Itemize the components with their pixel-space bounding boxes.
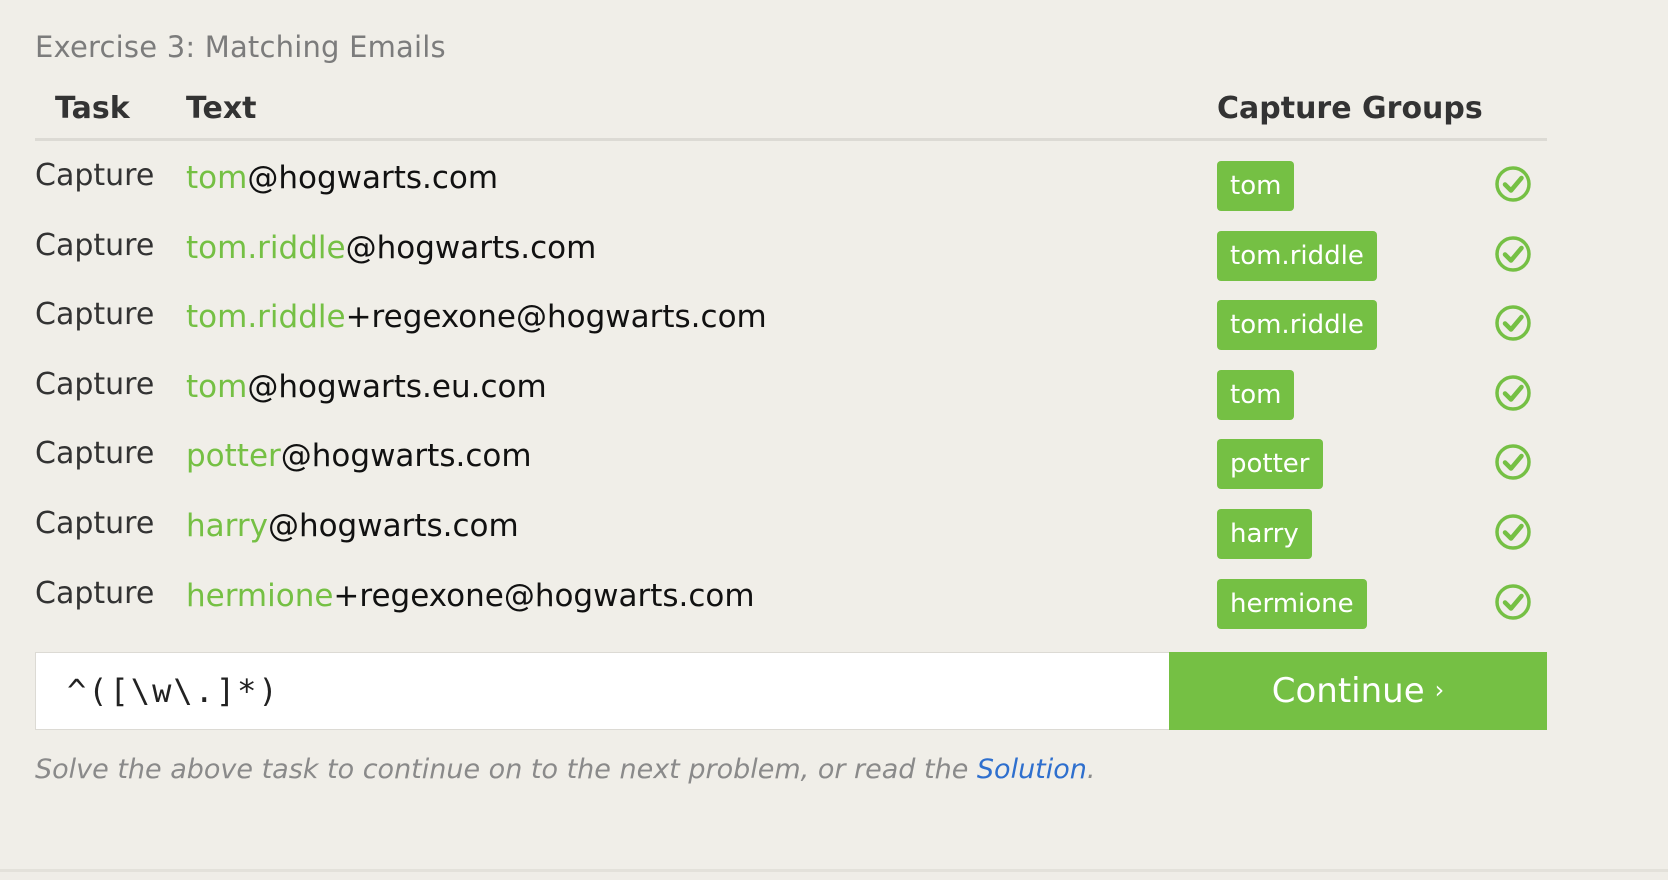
task-label: Capture <box>35 575 155 611</box>
test-string: hermione+regexone@hogwarts.com <box>186 578 755 614</box>
capture-group-badge: potter <box>1217 439 1323 490</box>
table-row: Capture tom.riddle@hogwarts.com tom.ridd… <box>35 211 1547 281</box>
task-label: Capture <box>35 297 155 333</box>
unmatched-text: +regexone@hogwarts.com <box>345 299 767 336</box>
table-row: Capture harry@hogwarts.com harry <box>35 489 1547 559</box>
text-column-header: Text <box>186 91 257 126</box>
capture-group-badge: tom.riddle <box>1217 300 1377 351</box>
task-label: Capture <box>35 505 155 541</box>
unmatched-text: @hogwarts.com <box>267 507 519 544</box>
solution-link[interactable]: Solution <box>977 754 1087 785</box>
table-row: Capture tom@hogwarts.eu.com tom <box>35 350 1547 420</box>
task-label: Capture <box>35 436 155 472</box>
table-header: Task Text Capture Groups <box>35 88 1547 141</box>
matched-text: tom.riddle <box>186 299 346 336</box>
footer-hint: Solve the above task to continue on to t… <box>35 754 1096 785</box>
table-row: Capture tom@hogwarts.com tom <box>35 141 1547 211</box>
matched-text: hermione <box>186 577 334 614</box>
matched-text: harry <box>186 507 268 544</box>
chevron-right-icon: › <box>1434 676 1445 704</box>
table-row: Capture tom.riddle+regexone@hogwarts.com… <box>35 280 1547 351</box>
matched-text: tom.riddle <box>186 229 346 266</box>
check-circle-icon <box>1495 235 1531 272</box>
check-circle-icon <box>1495 514 1531 550</box>
table-row: Capture hermione+regexone@hogwarts.com h… <box>35 559 1547 629</box>
unmatched-text: @hogwarts.eu.com <box>247 368 547 405</box>
test-string: tom@hogwarts.eu.com <box>186 369 547 405</box>
table-row: Capture potter@hogwarts.com potter <box>35 419 1547 490</box>
task-label: Capture <box>35 366 155 402</box>
task-label: Capture <box>35 158 155 193</box>
capture-group-badge: tom <box>1217 369 1295 420</box>
capture-group-badge: tom <box>1217 161 1295 211</box>
check-circle-icon <box>1495 166 1531 202</box>
unmatched-text: @hogwarts.com <box>345 229 597 266</box>
check-circle-icon <box>1495 305 1531 341</box>
test-string: harry@hogwarts.com <box>186 508 519 544</box>
matched-text: potter <box>186 438 281 475</box>
task-table: Capture tom@hogwarts.com tom Capture tom… <box>35 141 1547 629</box>
check-circle-icon <box>1495 444 1531 481</box>
task-label: Capture <box>35 227 155 263</box>
exercise-panel: Exercise 3: Matching Emails Task Text Ca… <box>0 0 1668 872</box>
check-circle-icon <box>1495 583 1531 620</box>
test-string: tom@hogwarts.com <box>186 160 498 196</box>
continue-label: Continue <box>1271 671 1425 711</box>
unmatched-text: @hogwarts.com <box>280 438 532 475</box>
footer-end: . <box>1086 754 1096 785</box>
capture-groups-column-header: Capture Groups <box>1217 91 1483 126</box>
test-string: potter@hogwarts.com <box>186 438 532 474</box>
task-column-header: Task <box>55 91 130 126</box>
test-string: tom.riddle+regexone@hogwarts.com <box>186 299 767 335</box>
unmatched-text: @hogwarts.com <box>247 160 499 196</box>
regex-input-bar: Continue › <box>35 652 1547 730</box>
matched-text: tom <box>186 160 248 196</box>
capture-group-badge: hermione <box>1217 578 1367 629</box>
capture-group-badge: tom.riddle <box>1217 230 1377 281</box>
continue-button[interactable]: Continue › <box>1169 652 1547 730</box>
footer-text: Solve the above task to continue on to t… <box>35 754 977 785</box>
exercise-title: Exercise 3: Matching Emails <box>35 30 446 64</box>
check-circle-icon <box>1495 375 1531 411</box>
unmatched-text: +regexone@hogwarts.com <box>333 577 755 614</box>
matched-text: tom <box>186 368 248 405</box>
test-string: tom.riddle@hogwarts.com <box>186 230 596 266</box>
regex-input[interactable] <box>36 653 1168 729</box>
capture-group-badge: harry <box>1217 508 1312 559</box>
